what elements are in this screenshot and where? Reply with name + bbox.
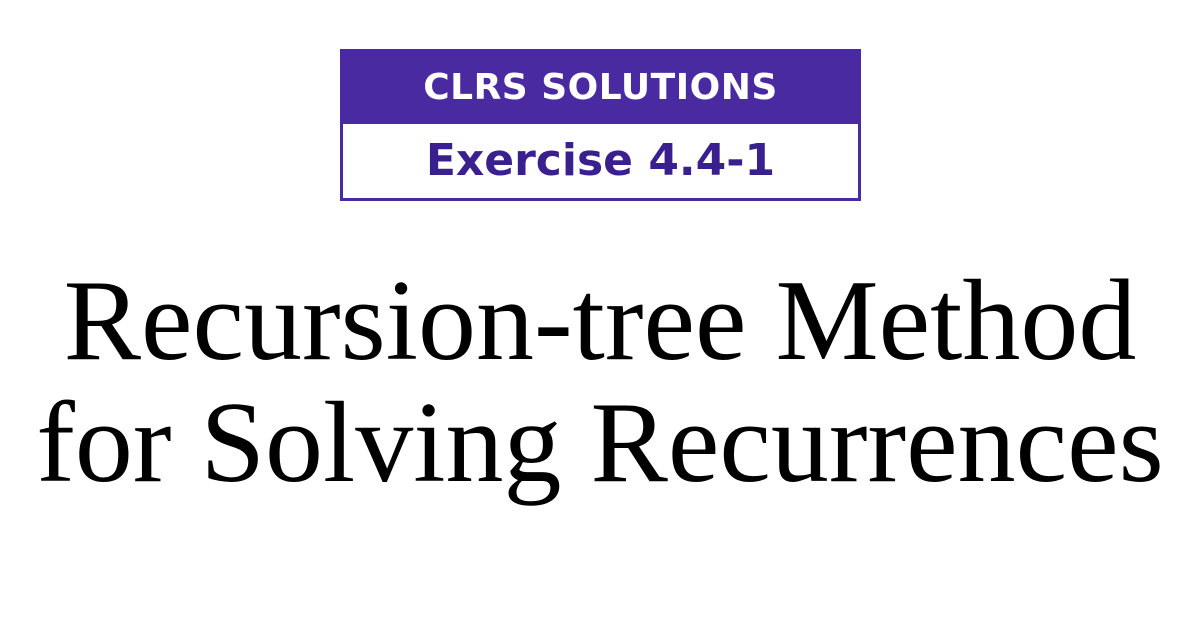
page-title: Recursion-tree Method for Solving Recurr… — [0, 260, 1200, 504]
exercise-badge: CLRS SOLUTIONS Exercise 4.4-1 — [340, 49, 861, 201]
title-line-1: Recursion-tree Method — [63, 257, 1137, 385]
exercise-label: Exercise 4.4-1 — [425, 135, 776, 186]
title-line-2: for Solving Recurrences — [36, 379, 1164, 507]
badge-header: CLRS SOLUTIONS — [343, 52, 858, 124]
